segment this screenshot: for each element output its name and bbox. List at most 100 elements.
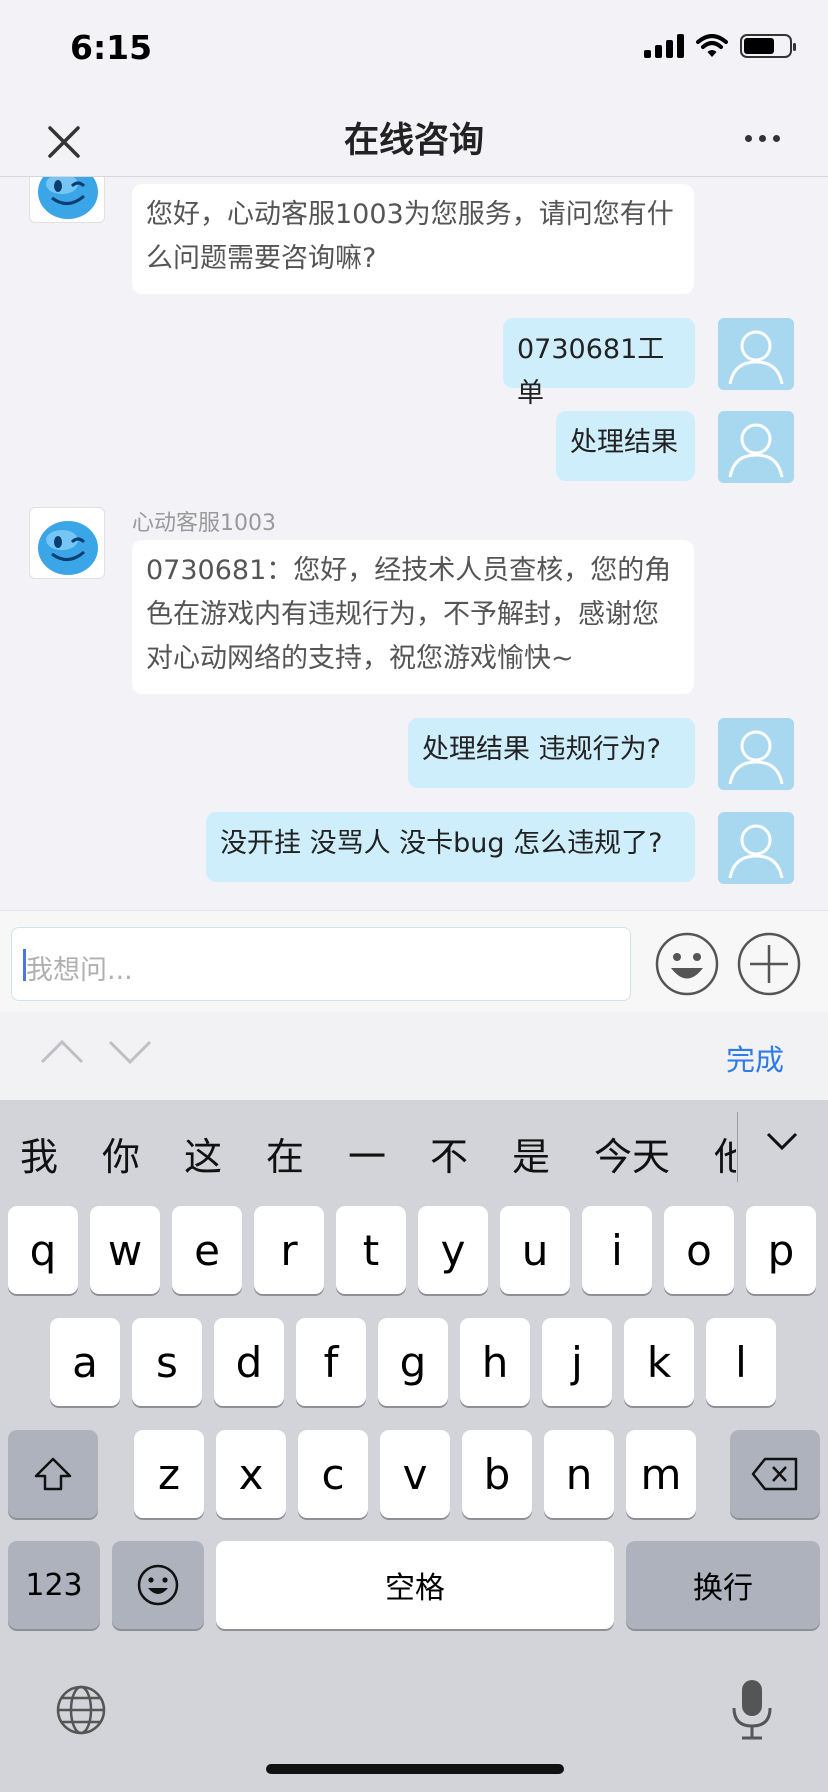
cellular-signal-icon xyxy=(644,34,684,58)
key-j[interactable]: j xyxy=(542,1318,612,1406)
user-message-bubble: 没开挂 没骂人 没卡bug 怎么违规了? xyxy=(206,812,695,882)
key-p[interactable]: p xyxy=(746,1206,816,1294)
backspace-key[interactable] xyxy=(730,1430,820,1518)
user-avatar xyxy=(718,718,794,790)
key-e[interactable]: e xyxy=(172,1206,242,1294)
message-input[interactable]: 我想问... xyxy=(11,927,631,1001)
add-attachment-button[interactable] xyxy=(736,931,802,997)
chevron-down-icon xyxy=(108,1040,152,1065)
agent-message-bubble: 您好，心动客服1003为您服务，请问您有什么问题需要咨询嘛? xyxy=(132,184,694,294)
plus-icon xyxy=(737,932,801,996)
nav-bar: 在线咨询 xyxy=(0,100,828,177)
candidate-word[interactable]: 这 xyxy=(184,1126,222,1181)
key-z[interactable]: z xyxy=(134,1430,204,1518)
candidate-word[interactable]: 不 xyxy=(430,1126,468,1181)
key-q[interactable]: q xyxy=(8,1206,78,1294)
agent-mascot-icon xyxy=(38,521,98,575)
text-caret xyxy=(23,949,26,981)
status-bar: 6:15 xyxy=(0,0,828,100)
shift-icon xyxy=(34,1457,72,1491)
candidate-word[interactable]: 我 xyxy=(20,1126,58,1181)
message-text: 0730681：您好，经技术人员查核，您的角色在游戏内有违规行为，不予解封，感谢… xyxy=(146,555,672,674)
key-w[interactable]: w xyxy=(90,1206,160,1294)
key-i[interactable]: i xyxy=(582,1206,652,1294)
message-text: 0730681工单 xyxy=(517,334,665,409)
candidate-bar: 我你这在一不是今天他 xyxy=(0,1100,828,1200)
microphone-icon xyxy=(732,1680,772,1740)
wifi-icon xyxy=(696,34,728,57)
user-message-bubble: 处理结果 违规行为? xyxy=(408,718,695,788)
candidate-separator xyxy=(737,1112,738,1182)
user-avatar xyxy=(718,812,794,884)
key-b[interactable]: b xyxy=(462,1430,532,1518)
agent-mascot-icon xyxy=(38,177,98,219)
emoji-key[interactable] xyxy=(112,1541,204,1629)
more-dot-icon xyxy=(772,134,780,142)
key-y[interactable]: y xyxy=(418,1206,488,1294)
user-avatar-icon xyxy=(728,330,784,385)
candidate-word[interactable]: 一 xyxy=(348,1126,386,1181)
more-dot-icon xyxy=(758,134,766,142)
key-v[interactable]: v xyxy=(380,1430,450,1518)
message-text: 没开挂 没骂人 没卡bug 怎么违规了? xyxy=(220,828,663,859)
page-title: 在线咨询 xyxy=(343,121,484,161)
agent-avatar xyxy=(29,177,105,223)
key-k[interactable]: k xyxy=(624,1318,694,1406)
key-l[interactable]: l xyxy=(706,1318,776,1406)
status-time: 6:15 xyxy=(70,28,153,67)
emoji-button[interactable] xyxy=(654,931,720,997)
message-text: 处理结果 违规行为? xyxy=(422,734,661,765)
user-avatar-icon xyxy=(728,730,784,785)
next-field-button[interactable] xyxy=(106,1034,154,1074)
candidate-word[interactable]: 是 xyxy=(512,1126,550,1181)
key-t[interactable]: t xyxy=(336,1206,406,1294)
key-n[interactable]: n xyxy=(544,1430,614,1518)
return-key[interactable]: 换行 xyxy=(626,1541,820,1629)
candidate-word[interactable]: 今天 xyxy=(594,1126,670,1181)
emoji-icon xyxy=(137,1564,179,1606)
key-d[interactable]: d xyxy=(214,1318,284,1406)
key-c[interactable]: c xyxy=(298,1430,368,1518)
key-m[interactable]: m xyxy=(626,1430,696,1518)
key-o[interactable]: o xyxy=(664,1206,734,1294)
message-text: 您好，心动客服1003为您服务，请问您有什么问题需要咨询嘛? xyxy=(146,199,674,274)
user-avatar-icon xyxy=(728,423,784,478)
user-avatar xyxy=(718,411,794,483)
numbers-key[interactable]: 123 xyxy=(8,1541,100,1629)
candidate-word[interactable]: 在 xyxy=(266,1126,304,1181)
key-h[interactable]: h xyxy=(460,1318,530,1406)
user-message-bubble: 0730681工单 xyxy=(503,318,695,409)
key-r[interactable]: r xyxy=(254,1206,324,1294)
key-g[interactable]: g xyxy=(378,1318,448,1406)
space-key[interactable]: 空格 xyxy=(216,1541,614,1629)
key-x[interactable]: x xyxy=(216,1430,286,1518)
user-avatar xyxy=(718,318,794,390)
candidate-word[interactable]: 你 xyxy=(102,1126,140,1181)
user-message-bubble: 处理结果 xyxy=(556,411,695,481)
message-input-placeholder: 我想问... xyxy=(26,955,133,986)
globe-button[interactable] xyxy=(55,1684,107,1736)
chevron-down-icon xyxy=(766,1132,798,1151)
keyboard-toolbar: 完成 xyxy=(0,1012,828,1100)
more-dot-icon xyxy=(744,134,752,142)
message-input-bar: 我想问... xyxy=(0,910,828,1013)
key-f[interactable]: f xyxy=(296,1318,366,1406)
dictation-button[interactable] xyxy=(728,1678,776,1742)
done-button[interactable]: 完成 xyxy=(726,1037,784,1079)
globe-icon xyxy=(56,1685,106,1735)
backspace-icon xyxy=(751,1457,798,1491)
chat-area[interactable]: 您好，心动客服1003为您服务，请问您有什么问题需要咨询嘛? 0730681工单… xyxy=(0,177,828,910)
candidate-word[interactable]: 他 xyxy=(714,1126,736,1181)
shift-key[interactable] xyxy=(8,1430,98,1518)
battery-icon xyxy=(740,34,796,58)
agent-avatar xyxy=(29,507,105,579)
chevron-up-icon xyxy=(40,1039,84,1064)
previous-field-button[interactable] xyxy=(38,1034,86,1074)
more-button[interactable] xyxy=(732,116,792,160)
key-u[interactable]: u xyxy=(500,1206,570,1294)
home-indicator xyxy=(266,1764,564,1774)
expand-candidates-button[interactable] xyxy=(764,1128,800,1160)
agent-message-bubble: 0730681：您好，经技术人员查核，您的角色在游戏内有违规行为，不予解封，感谢… xyxy=(132,540,694,694)
key-a[interactable]: a xyxy=(50,1318,120,1406)
key-s[interactable]: s xyxy=(132,1318,202,1406)
